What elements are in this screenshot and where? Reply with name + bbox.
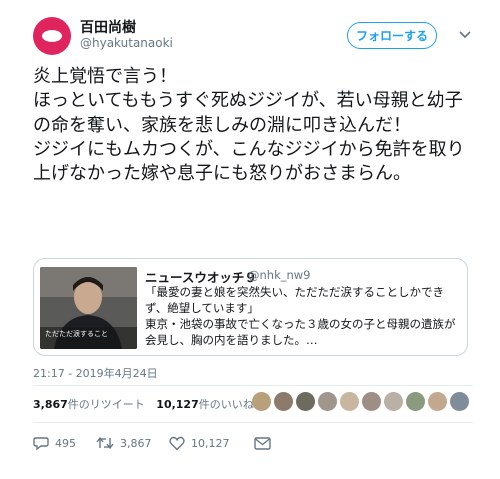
liker-avatar[interactable]: [428, 392, 447, 411]
tweet-timestamp[interactable]: 21:17 - 2019年4月24日: [33, 365, 158, 381]
retweets-stat[interactable]: 3,867件のリツイート: [33, 398, 145, 411]
quoted-text: 「最愛の妻と娘を突然失い、ただただ涙することしかできず、絶望しています」 東京・…: [145, 285, 456, 347]
liker-avatar[interactable]: [450, 392, 469, 411]
reply-icon: [33, 436, 49, 450]
tweet-card: 百田尚樹 @hyakutanaoki フォローする 炎上覚悟で言う！ ほっといて…: [0, 0, 500, 479]
heart-icon: [169, 436, 185, 450]
message-button[interactable]: [254, 434, 271, 452]
liker-avatar[interactable]: [318, 392, 337, 411]
retweet-count: 3,867: [120, 436, 152, 450]
author-avatar[interactable]: [33, 17, 71, 55]
engagement-stats: 3,867件のリツイート 10,127件のいいね: [33, 396, 262, 412]
liker-avatar[interactable]: [384, 392, 403, 411]
liker-avatar[interactable]: [296, 392, 315, 411]
caret-down-icon[interactable]: [458, 28, 472, 42]
tweet-text: 炎上覚悟で言う！ ほっといてももうすぐ死ぬジジイが、若い母親と幼子の命を奪い、家…: [33, 66, 465, 185]
liker-avatar[interactable]: [274, 392, 293, 411]
divider: [33, 422, 473, 423]
liker-avatar[interactable]: [340, 392, 359, 411]
quoted-tweet-card[interactable]: ただただ涙すること ニュースウオッチ９ @nhk_nw9 「最愛の妻と娘を突然失…: [33, 258, 468, 356]
retweet-button[interactable]: 3,867: [96, 434, 152, 452]
follow-button[interactable]: フォローする: [347, 22, 437, 49]
likes-stat[interactable]: 10,127件のいいね: [156, 398, 253, 411]
quoted-author-handle: @nhk_nw9: [248, 268, 311, 282]
author-name[interactable]: 百田尚樹: [80, 17, 136, 37]
mail-icon: [254, 436, 271, 450]
liker-avatar[interactable]: [406, 392, 425, 411]
retweet-icon: [96, 436, 114, 450]
author-handle[interactable]: @hyakutanaoki: [80, 36, 173, 50]
like-button[interactable]: 10,127: [169, 434, 230, 452]
liker-avatar[interactable]: [362, 392, 381, 411]
reply-count: 495: [55, 436, 76, 450]
divider: [33, 385, 473, 386]
reply-button[interactable]: 495: [33, 434, 76, 452]
thumbnail-caption: ただただ涙すること: [45, 330, 108, 338]
liker-avatar[interactable]: [252, 392, 271, 411]
like-count: 10,127: [191, 436, 230, 450]
quoted-thumbnail[interactable]: ただただ涙すること: [40, 267, 137, 349]
